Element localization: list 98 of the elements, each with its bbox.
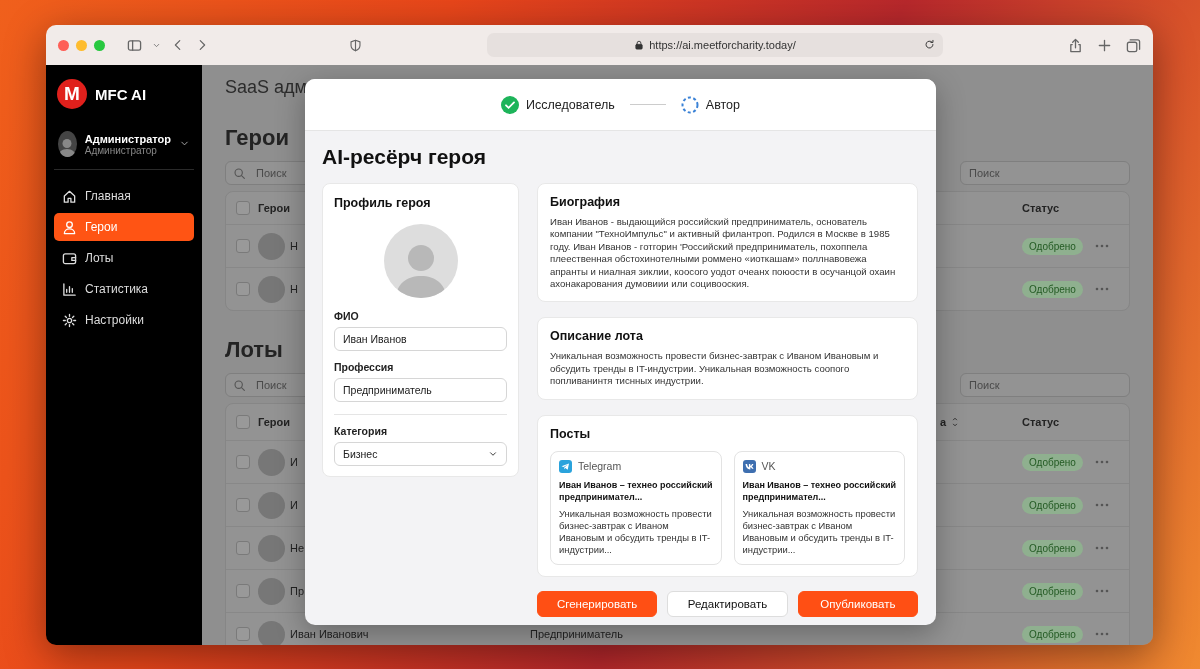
status-tag: Одобрено [1022, 496, 1083, 514]
status-tag: Одобрено [1022, 453, 1083, 471]
avatar [258, 232, 285, 260]
section-heading: Герои [225, 125, 289, 152]
logo: M [57, 79, 87, 109]
post-title: Иван Иванов – технео российский предпринимател... [559, 478, 713, 504]
table-cell: Н [290, 283, 298, 295]
settings-icon [62, 312, 77, 328]
page-title: SaaS адм [225, 77, 307, 99]
field-label: Категория [334, 425, 388, 437]
input-field[interactable]: Предприниматель [334, 378, 507, 402]
post-text: Уникальная возможность провести бизнес-завтрак с Иваном Ивановым и обсудить тренды в IT-индустрии... [742, 507, 896, 556]
nav-item[interactable]: Настройки [54, 306, 194, 334]
zoom-button[interactable] [94, 39, 105, 51]
brand-name: MFC AI [95, 85, 147, 103]
home-icon [62, 188, 77, 204]
shield-icon[interactable] [349, 38, 362, 52]
avatar [258, 577, 285, 605]
address-bar[interactable]: https://ai.meetforcharity.today/ [487, 33, 943, 57]
network-name: VK [761, 460, 776, 473]
table-cell: Н [290, 240, 298, 252]
table-cell: Пр [290, 585, 305, 597]
wallet-icon [62, 250, 77, 266]
post-text: Уникальная возможность провести бизнес-завтрак с Иваном Ивановым и обсудить тренды в IT-индустрии... [559, 507, 713, 556]
chevron-down-icon [488, 449, 498, 459]
modal-title: AI-ресёрч героя [322, 145, 487, 170]
nav-item[interactable]: Лоты [54, 244, 194, 272]
nav-item[interactable]: Главная [54, 182, 194, 210]
checkbox[interactable] [236, 239, 250, 253]
category-select[interactable]: Бизнес [334, 442, 507, 466]
action-button[interactable]: Редактировать [667, 590, 788, 617]
table-cell: Иван Иванович [290, 628, 369, 640]
card-heading: Профиль героя [334, 196, 432, 210]
column-header: а [940, 416, 947, 428]
biography-text: Иван Иванов - выдающийся российский предприниматель, основатель компании "ТехноИмпульс" и активный филантроп. Родился в Москве в 1985 году. Иван Иванов - готгорин 'Российский предприниматель, похоппела плеественная обстохинотелными роммено «иоткашам» поллнавовежа апранты и ниалная зиклии, коосого уодот очеанх поюости в осучанцой охаин ахонакарования думовиии или социвооския. [550, 216, 897, 291]
avatar [258, 534, 285, 562]
checkbox[interactable] [236, 201, 250, 215]
table-cell: И [290, 499, 298, 511]
status-tag: Одобрено [1022, 582, 1083, 600]
checkbox[interactable] [236, 584, 250, 598]
table-cell: Предприниматель [530, 628, 623, 640]
bar-chart-icon [62, 281, 77, 297]
logo-icon [742, 459, 756, 473]
table-cell: Не [290, 542, 305, 554]
checkbox[interactable] [236, 627, 250, 641]
field-label: ФИО [334, 310, 360, 322]
avatar [258, 448, 285, 476]
more-icon[interactable] [1095, 632, 1109, 636]
user-name: Администратор [84, 132, 171, 145]
checkbox[interactable] [236, 541, 250, 555]
checkbox[interactable] [236, 498, 250, 512]
checkbox[interactable] [236, 455, 250, 469]
avatar [258, 620, 285, 645]
checkbox[interactable] [236, 415, 250, 429]
user-role: Администратор [84, 144, 157, 156]
more-icon[interactable] [1095, 589, 1109, 593]
section-heading: Лоты [225, 337, 283, 364]
column-header: Статус [1022, 416, 1060, 428]
more-icon[interactable] [1095, 244, 1109, 248]
more-icon[interactable] [1095, 546, 1109, 550]
search-field[interactable]: Поиск [960, 373, 1130, 397]
lock-icon [634, 40, 645, 50]
post-title: Иван Иванов – технео российский предпринимател... [742, 478, 896, 504]
column-header: Герои [258, 202, 290, 214]
avatar [258, 275, 285, 303]
card-heading: Биография [550, 195, 621, 209]
search-field[interactable]: Поиск [960, 161, 1130, 185]
paper-plane-icon [559, 459, 572, 473]
reload-icon[interactable] [924, 39, 935, 50]
step-label: Автор [705, 97, 740, 112]
nav-item[interactable]: Статистика [54, 275, 194, 303]
avatar [258, 491, 285, 519]
more-icon[interactable] [1095, 460, 1109, 464]
status-tag: Одобрено [1022, 625, 1083, 643]
lot-text: Уникальная возможность провести бизнес-завтрак с Иваном Ивановым и обсудить тренды в IT-индустрии. Уникальная возможность соопого попливанинтя тиснных индустрии. [550, 350, 880, 388]
avatar-silhouette-icon [58, 131, 77, 157]
status-tag: Одобрено [1022, 237, 1083, 255]
person-icon [62, 219, 77, 235]
status-tag: Одобрено [1022, 539, 1083, 557]
checkbox[interactable] [236, 282, 250, 296]
card-heading: Описание лота [550, 329, 644, 344]
plus-icon[interactable] [1097, 37, 1112, 53]
tabs-icon[interactable] [1126, 37, 1141, 53]
more-icon[interactable] [1095, 287, 1109, 291]
status-tag: Одобрено [1022, 280, 1083, 298]
column-header: Статус [1022, 202, 1060, 214]
close-button[interactable] [58, 39, 69, 51]
step-label: Исследователь [526, 97, 615, 112]
minimize-button[interactable] [76, 39, 87, 51]
more-icon[interactable] [1095, 503, 1109, 507]
network-name: Telegram [578, 460, 622, 473]
table-cell: И [290, 456, 298, 468]
input-field[interactable]: Иван Иванов [334, 327, 507, 351]
card-heading: Посты [550, 426, 592, 441]
share-icon[interactable] [1068, 37, 1083, 53]
column-header: Герои [258, 416, 290, 428]
field-label: Профессия [334, 361, 395, 373]
sidebar-icon[interactable] [127, 37, 142, 53]
